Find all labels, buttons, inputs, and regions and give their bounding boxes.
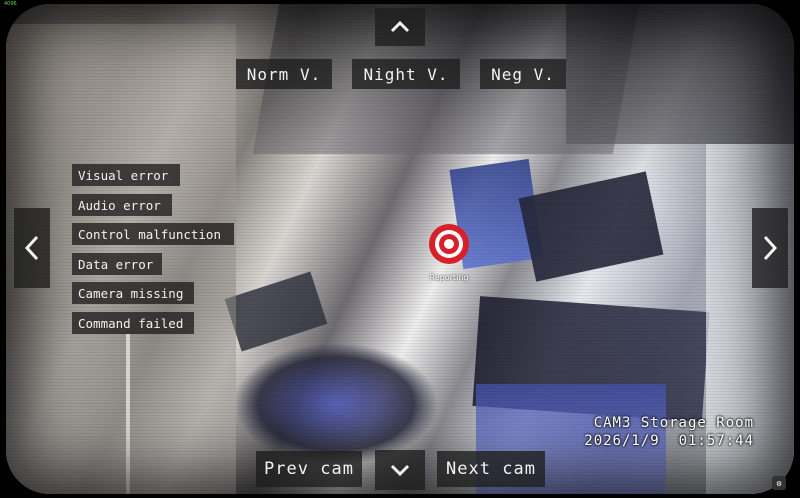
- camera-left-button[interactable]: [14, 208, 50, 288]
- settings-icon[interactable]: ⚙: [772, 476, 786, 490]
- command-failed-button[interactable]: Command failed: [72, 312, 194, 334]
- camera-right-button[interactable]: [752, 208, 788, 288]
- next-cam-button[interactable]: Next cam: [437, 451, 545, 487]
- audio-error-button[interactable]: Audio error: [72, 194, 172, 216]
- chevron-left-icon: [24, 235, 39, 261]
- data-error-button[interactable]: Data error: [72, 253, 162, 275]
- scene-dark-right-top: [566, 4, 794, 144]
- camera-timestamp: 2026/1/9 01:57:44: [584, 432, 754, 450]
- camera-missing-button[interactable]: Camera missing: [72, 282, 194, 304]
- prev-cam-button[interactable]: Prev cam: [256, 451, 362, 487]
- negative-vision-button[interactable]: Neg V.: [480, 59, 566, 89]
- night-vision-button[interactable]: Night V.: [352, 59, 460, 89]
- chevron-up-icon: [390, 20, 410, 33]
- target-icon[interactable]: [427, 222, 471, 266]
- camera-info: CAM3 Storage Room 2026/1/9 01:57:44: [584, 414, 754, 450]
- corner-label: 4096: [4, 1, 17, 7]
- control-malfunction-button[interactable]: Control malfunction: [72, 223, 234, 245]
- chevron-down-icon: [390, 464, 410, 477]
- camera-down-button[interactable]: [375, 450, 425, 490]
- visual-error-button[interactable]: Visual error: [72, 164, 180, 186]
- normal-vision-button[interactable]: Norm V.: [236, 59, 332, 89]
- bullseye-icon: [429, 224, 469, 264]
- reporting-label: Reporting: [429, 273, 469, 282]
- camera-date: 2026/1/9: [584, 433, 660, 449]
- camera-time: 01:57:44: [678, 433, 754, 449]
- chevron-right-icon: [763, 235, 778, 261]
- camera-name: CAM3 Storage Room: [593, 415, 754, 431]
- scene-debris: [236, 344, 436, 464]
- camera-up-button[interactable]: [375, 8, 425, 46]
- scene-stand: [126, 334, 130, 494]
- scene-panel-dark-1: [518, 171, 664, 282]
- scene-box-left: [224, 271, 328, 352]
